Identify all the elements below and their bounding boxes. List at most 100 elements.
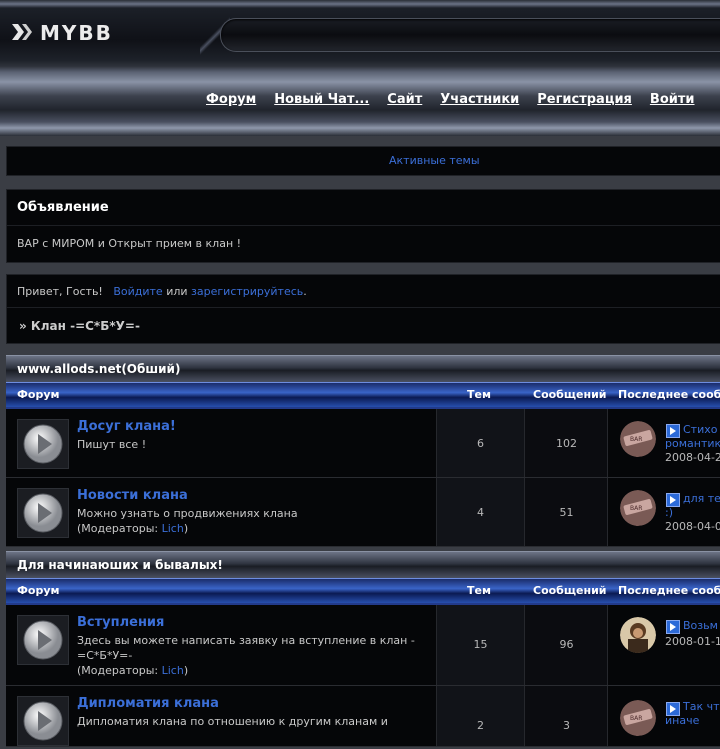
nav-members[interactable]: Участники: [440, 92, 519, 107]
last-post-cell: BAR Стихо романтик 2008-04-2: [607, 409, 720, 477]
posts-count: 51: [559, 506, 574, 519]
last-post-cell: BAR Так чт иначе: [607, 686, 720, 746]
posts-cell: 3: [524, 686, 608, 746]
last-post-title[interactable]: для те: [683, 492, 720, 506]
header-search-bar[interactable]: [220, 18, 720, 52]
main-nav: Форум Новый Чат... Сайт Участники Регист…: [206, 92, 713, 107]
topics-count: 4: [477, 506, 484, 519]
topics-cell: 2: [436, 686, 524, 746]
forum-status-icon: [17, 419, 69, 469]
moderator-link[interactable]: Lich: [162, 664, 184, 677]
category-allods: www.allods.net(Обший) Форум Тем Сообщени…: [6, 355, 720, 547]
forum-info-cell: Вступления Здесь вы можете написать заяв…: [6, 605, 436, 685]
col-topics: Тем: [467, 388, 491, 401]
greeting-text: Привет, Гость!: [17, 285, 103, 298]
moderators: (Модераторы: Lich): [77, 664, 188, 677]
forum-name[interactable]: Дипломатия клана: [77, 696, 219, 711]
forum-description-text: Здесь вы можете написать заявку на вступ…: [77, 634, 415, 662]
topics-count: 2: [477, 719, 484, 732]
announcement-text: ВАР с МИРОМ и Открыт прием в клан !: [17, 237, 242, 250]
nav-forum[interactable]: Форум: [206, 92, 256, 107]
forum-name[interactable]: Новости клана: [77, 488, 188, 503]
avatar[interactable]: [620, 617, 656, 653]
category-title: www.allods.net(Обший): [17, 362, 181, 376]
nav-new-chat[interactable]: Новый Чат...: [274, 92, 369, 107]
forum-description: Здесь вы можете написать заявку на вступ…: [77, 633, 427, 678]
posts-cell: 51: [524, 478, 608, 546]
category-header[interactable]: www.allods.net(Обший): [6, 355, 720, 382]
topics-cell: 15: [436, 605, 524, 685]
moderators-close: ): [183, 522, 189, 535]
last-post-title[interactable]: Стихо: [683, 423, 717, 437]
forum-row: Дипломатия клана Дипломатия клана по отн…: [6, 686, 720, 747]
column-headers: Форум Тем Сообщений Последнее сооб: [6, 382, 720, 409]
nav-login[interactable]: Войти: [650, 92, 695, 107]
mybb-logo[interactable]: MYBB: [8, 16, 158, 48]
divider: [7, 307, 720, 308]
go-to-post-icon[interactable]: [666, 493, 680, 507]
forum-status-icon: [17, 615, 69, 665]
announcement-box: Объявление ВАР с МИРОМ и Открыт прием в …: [6, 189, 720, 263]
forum-status-icon: [17, 488, 69, 538]
forum-info-cell: Дипломатия клана Дипломатия клана по отн…: [6, 686, 436, 746]
register-link[interactable]: зарегистрируйтесь: [191, 285, 303, 298]
forum-description-text: Можно узнать о продвижениях клана: [77, 507, 298, 520]
topics-count: 15: [473, 638, 488, 651]
last-post-title[interactable]: Так чт: [683, 700, 720, 714]
category-title: Для начинаюших и бывалых!: [17, 558, 223, 572]
forum-name[interactable]: Досуг клана!: [77, 419, 176, 434]
topics-count: 6: [477, 437, 484, 450]
forum-row: Новости клана Можно узнать о продвижения…: [6, 478, 720, 547]
posts-count: 102: [556, 437, 577, 450]
active-topics-link[interactable]: Активные темы: [389, 154, 480, 167]
moderator-link[interactable]: Lich: [162, 522, 184, 535]
avatar[interactable]: BAR: [620, 421, 656, 457]
last-post-date: 2008-04-2: [665, 451, 720, 464]
svg-text:BAR: BAR: [630, 715, 642, 722]
last-post-title-cont[interactable]: :): [665, 506, 673, 520]
avatar[interactable]: BAR: [620, 700, 656, 736]
category-header[interactable]: Для начинаюших и бывалых!: [6, 551, 720, 578]
col-last-post: Последнее сооб: [618, 388, 720, 401]
forum-status-icon: [17, 696, 69, 746]
forum-description: Дипломатия клана по отношению к другим к…: [77, 715, 388, 728]
last-post-date: 2008-01-1: [665, 635, 720, 648]
forum-row: Досуг клана! Пишут все ! 6 102 BAR Стихо…: [6, 409, 720, 478]
avatar[interactable]: BAR: [620, 490, 656, 526]
go-to-post-icon[interactable]: [666, 424, 680, 438]
posts-count: 96: [559, 638, 574, 651]
posts-cell: 102: [524, 409, 608, 477]
welcome-line: Привет, Гость! Войдите или зарегистрируй…: [17, 285, 307, 298]
last-post-date: 2008-04-0: [665, 520, 720, 533]
last-post-cell: Возьм 2008-01-1: [607, 605, 720, 685]
topics-cell: 6: [436, 409, 524, 477]
nav-register[interactable]: Регистрация: [537, 92, 632, 107]
forum-info-cell: Досуг клана! Пишут все !: [6, 409, 436, 477]
forum-info-cell: Новости клана Можно узнать о продвижения…: [6, 478, 436, 546]
moderators: (Модераторы: Lich): [77, 522, 188, 535]
forum-row: Вступления Здесь вы можете написать заяв…: [6, 605, 720, 686]
header: MYBB: [0, 0, 720, 66]
moderators-close: ): [183, 664, 189, 677]
forum-description: Можно узнать о продвижениях клана (Модер…: [77, 506, 427, 536]
forum-name[interactable]: Вступления: [77, 615, 164, 630]
divider: [7, 225, 720, 226]
col-forum: Форум: [17, 584, 60, 597]
category-beginners: Для начинаюших и бывалых! Форум Тем Сооб…: [6, 551, 720, 747]
breadcrumb[interactable]: » Клан -=С*Б*У=-: [19, 319, 140, 333]
period: .: [303, 285, 307, 298]
posts-count: 3: [563, 719, 570, 732]
col-last-post: Последнее сооб: [618, 584, 720, 597]
last-post-title[interactable]: Возьм: [683, 619, 718, 633]
logo-text: MYBB: [40, 21, 113, 45]
last-post-cell: BAR для те :) 2008-04-0: [607, 478, 720, 546]
go-to-post-icon[interactable]: [666, 620, 680, 634]
last-post-title-cont[interactable]: иначе: [665, 714, 699, 728]
col-topics: Тем: [467, 584, 491, 597]
posts-cell: 96: [524, 605, 608, 685]
col-posts: Сообщений: [533, 388, 607, 401]
nav-site[interactable]: Сайт: [387, 92, 422, 107]
login-link[interactable]: Войдите: [113, 285, 162, 298]
column-headers: Форум Тем Сообщений Последнее сооб: [6, 578, 720, 605]
last-post-title-cont[interactable]: романтик: [665, 437, 720, 451]
